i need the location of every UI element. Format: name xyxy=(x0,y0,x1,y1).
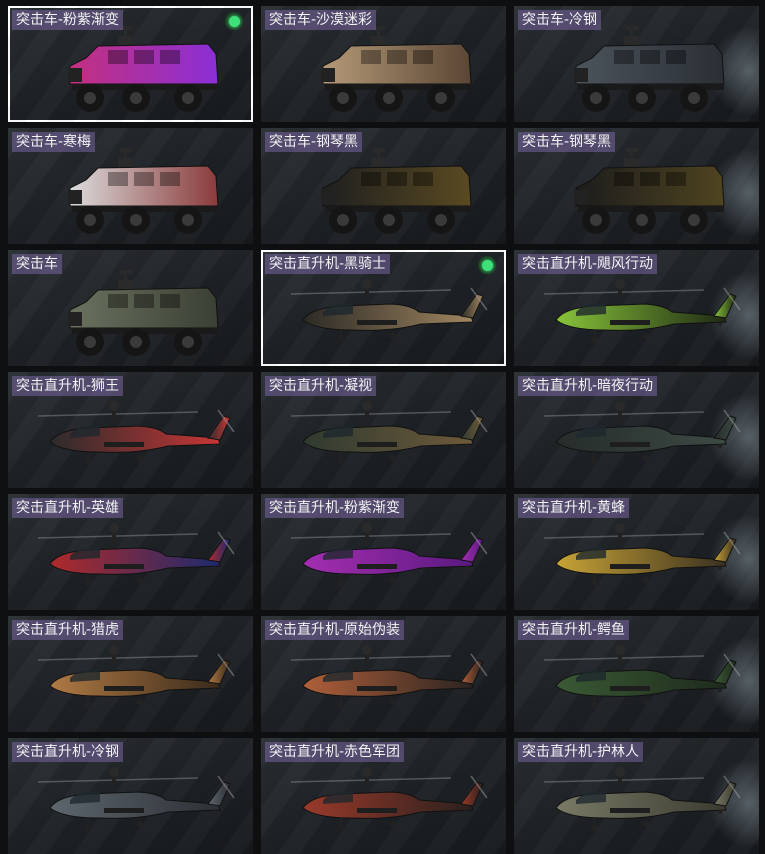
helicopter-icon xyxy=(290,279,488,342)
skin-name-label: 突击直升机-赤色军团 xyxy=(265,742,405,762)
helicopter-icon xyxy=(290,767,488,830)
helicopter-icon xyxy=(37,523,235,586)
skin-card-assault-vehicle[interactable]: 突击车-寒梅 xyxy=(8,128,253,244)
skin-name-label: 突击直升机-原始伪装 xyxy=(265,620,405,640)
helicopter-icon xyxy=(290,645,488,708)
skin-grid: 突击车-粉紫渐变 突击车-沙漠迷彩 突击车-冷钢突击车-寒梅 突击车-钢琴黑 突击车-钢… xyxy=(0,0,765,854)
equipped-indicator-icon xyxy=(478,256,496,274)
skin-name-label: 突击直升机-暗夜行动 xyxy=(518,376,658,396)
skin-name-label: 突击直升机-黄蜂 xyxy=(518,498,630,518)
skin-card-assault-helicopter[interactable]: 突击直升机-狮王 xyxy=(8,372,253,488)
skin-card-assault-helicopter[interactable]: 突击直升机-英雄 xyxy=(8,494,253,610)
skin-name-label: 突击车-寒梅 xyxy=(12,132,96,152)
skin-card-assault-helicopter[interactable]: 突击直升机-护林人 xyxy=(514,738,759,854)
skin-name-label: 突击直升机-粉紫渐变 xyxy=(265,498,405,518)
skin-card-assault-helicopter[interactable]: 突击直升机-飓风行动 xyxy=(514,250,759,366)
skin-name-label: 突击车 xyxy=(12,254,62,274)
skin-card-assault-vehicle[interactable]: 突击车-钢琴黑 xyxy=(514,128,759,244)
skin-name-label: 突击直升机-英雄 xyxy=(12,498,124,518)
skin-name-label: 突击直升机-狮王 xyxy=(12,376,124,396)
skin-card-assault-helicopter[interactable]: 突击直升机-黑骑士 xyxy=(261,250,506,366)
skin-card-assault-vehicle[interactable]: 突击车-冷钢 xyxy=(514,6,759,122)
skin-card-assault-helicopter[interactable]: 突击直升机-冷钢 xyxy=(8,738,253,854)
skin-card-assault-vehicle[interactable]: 突击车-粉紫渐变 xyxy=(8,6,253,122)
skin-card-assault-helicopter[interactable]: 突击直升机-原始伪装 xyxy=(261,616,506,732)
armored-car-icon xyxy=(574,26,725,112)
skin-name-label: 突击直升机-护林人 xyxy=(518,742,644,762)
skin-name-label: 突击直升机-凝视 xyxy=(265,376,377,396)
armored-car-icon xyxy=(574,148,725,234)
helicopter-icon xyxy=(543,523,741,586)
helicopter-icon xyxy=(543,401,741,464)
armored-car-icon xyxy=(68,270,219,356)
skin-name-label: 突击车-沙漠迷彩 xyxy=(265,10,377,30)
skin-card-assault-helicopter[interactable]: 突击直升机-黄蜂 xyxy=(514,494,759,610)
helicopter-icon xyxy=(37,401,235,464)
skin-card-assault-helicopter[interactable]: 突击直升机-赤色军团 xyxy=(261,738,506,854)
helicopter-icon xyxy=(543,279,741,342)
skin-name-label: 突击车-钢琴黑 xyxy=(518,132,616,152)
helicopter-icon xyxy=(290,523,488,586)
skin-name-label: 突击车-粉紫渐变 xyxy=(12,10,124,30)
skin-card-assault-helicopter[interactable]: 突击直升机-猎虎 xyxy=(8,616,253,732)
skin-name-label: 突击车-冷钢 xyxy=(518,10,602,30)
helicopter-icon xyxy=(37,767,235,830)
armored-car-icon xyxy=(68,26,219,112)
armored-car-icon xyxy=(68,148,219,234)
helicopter-icon xyxy=(543,645,741,708)
skin-card-assault-helicopter[interactable]: 突击直升机-粉紫渐变 xyxy=(261,494,506,610)
skin-name-label: 突击车-钢琴黑 xyxy=(265,132,363,152)
skin-name-label: 突击直升机-鳄鱼 xyxy=(518,620,630,640)
skin-name-label: 突击直升机-飓风行动 xyxy=(518,254,658,274)
armored-car-icon xyxy=(321,26,472,112)
helicopter-icon xyxy=(290,401,488,464)
skin-card-assault-helicopter[interactable]: 突击直升机-鳄鱼 xyxy=(514,616,759,732)
equipped-indicator-icon xyxy=(225,12,243,30)
skin-card-assault-vehicle[interactable]: 突击车-钢琴黑 xyxy=(261,128,506,244)
helicopter-icon xyxy=(543,767,741,830)
skin-name-label: 突击直升机-冷钢 xyxy=(12,742,124,762)
skin-card-assault-vehicle[interactable]: 突击车 xyxy=(8,250,253,366)
skin-card-assault-vehicle[interactable]: 突击车-沙漠迷彩 xyxy=(261,6,506,122)
armored-car-icon xyxy=(321,148,472,234)
skin-card-assault-helicopter[interactable]: 突击直升机-暗夜行动 xyxy=(514,372,759,488)
skin-card-assault-helicopter[interactable]: 突击直升机-凝视 xyxy=(261,372,506,488)
skin-name-label: 突击直升机-猎虎 xyxy=(12,620,124,640)
helicopter-icon xyxy=(37,645,235,708)
skin-name-label: 突击直升机-黑骑士 xyxy=(265,254,391,274)
